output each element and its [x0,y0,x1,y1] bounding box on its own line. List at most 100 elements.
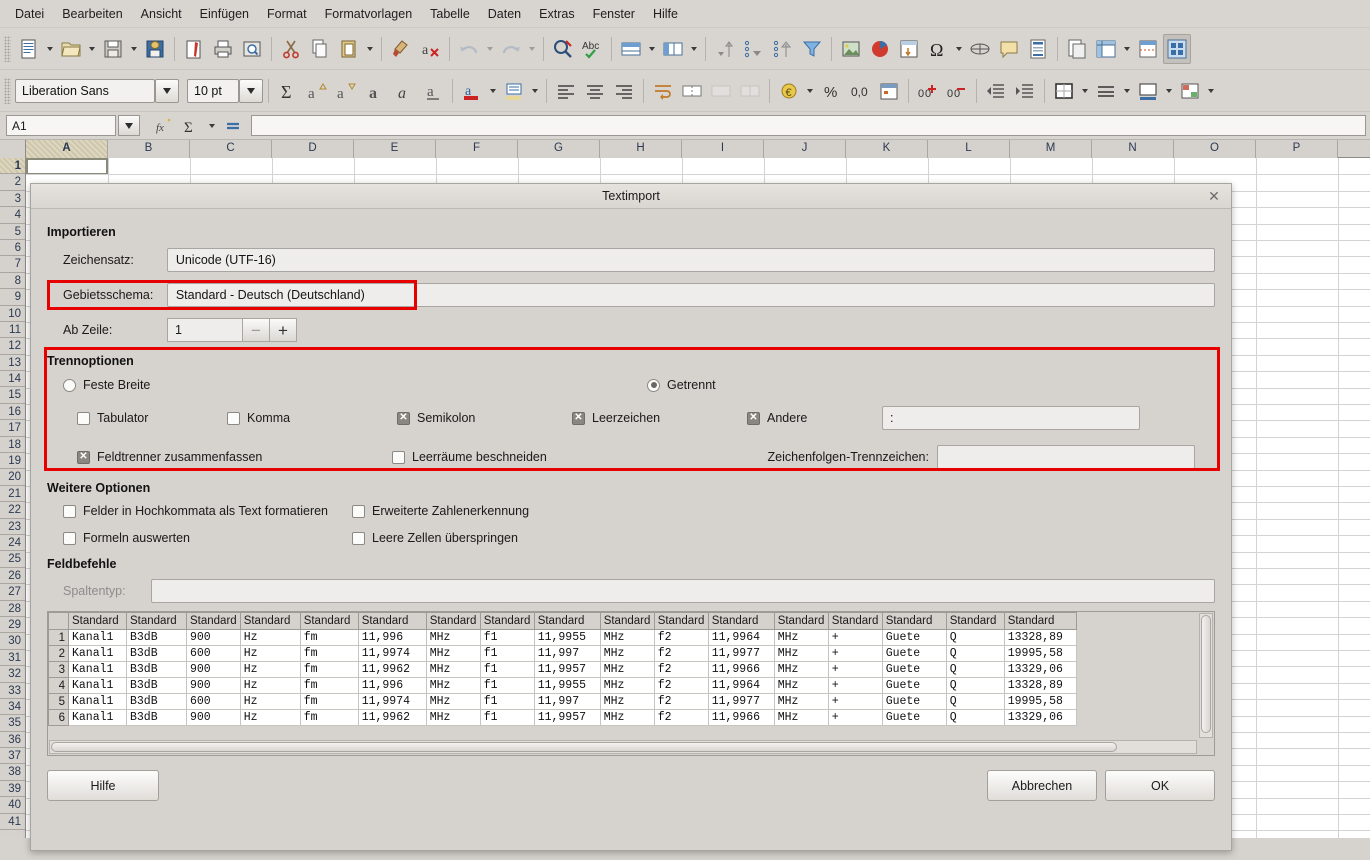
row-header-26[interactable]: 26 [0,568,25,584]
row-header-39[interactable]: 39 [0,781,25,797]
column-header-g[interactable]: G [518,140,600,158]
borders-dropdown-icon[interactable] [1079,76,1091,106]
sidebar-settings-icon[interactable] [1163,34,1191,64]
row-header-35[interactable]: 35 [0,715,25,731]
menu-item-fenster[interactable]: Fenster [584,3,644,25]
row-header-40[interactable]: 40 [0,797,25,813]
underline-icon[interactable]: a [419,76,447,106]
active-cell-a1[interactable] [26,158,108,175]
preview-column-header-9[interactable]: Standard [534,613,600,630]
split-window-icon[interactable] [1134,34,1162,64]
preview-column-header-4[interactable]: Standard [240,613,300,630]
merge-center-icon[interactable] [707,76,735,106]
edit-file-icon[interactable] [180,34,208,64]
from-row-value[interactable]: 1 [167,318,243,342]
row-header-3[interactable]: 3 [0,191,25,207]
checkbox-quoted-as-text[interactable]: Felder in Hochkommata als Text formatier… [47,504,352,518]
paste-dropdown-icon[interactable] [364,34,376,64]
menu-item-daten[interactable]: Daten [479,3,530,25]
row-header-2[interactable]: 2 [0,174,25,190]
open-document-icon[interactable] [57,34,85,64]
borders-icon[interactable] [1050,76,1078,106]
special-character-dropdown-icon[interactable] [953,34,965,64]
string-delimiter-combobox[interactable] [937,445,1195,469]
preview-column-header-17[interactable]: Standard [1004,613,1076,630]
row-header-5[interactable]: 5 [0,224,25,240]
row-header-10[interactable]: 10 [0,306,25,322]
save-dropdown-icon[interactable] [128,34,140,64]
border-style-dropdown-icon[interactable] [1121,76,1133,106]
other-separator-input[interactable]: : [882,406,1140,430]
preview-column-header-11[interactable]: Standard [654,613,708,630]
row-header-25[interactable]: 25 [0,551,25,567]
decrease-font-size-icon[interactable]: a [332,76,360,106]
delete-decimal-place-icon[interactable]: 00 [943,76,971,106]
decrease-indent-icon[interactable] [982,76,1010,106]
column-type-combobox[interactable] [151,579,1215,603]
preview-column-header-1[interactable]: Standard [69,613,127,630]
border-style-icon[interactable] [1092,76,1120,106]
preview-horizontal-scrollbar[interactable] [49,740,1197,754]
menu-item-format[interactable]: Format [258,3,316,25]
checkbox-komma[interactable]: Komma [227,411,397,425]
column-header-f[interactable]: F [436,140,518,158]
column-header-c[interactable]: C [190,140,272,158]
sort-icon[interactable] [711,34,739,64]
checkbox-semikolon[interactable]: ✕ Semikolon [397,411,572,425]
align-center-icon[interactable] [581,76,609,106]
formula-equals-icon[interactable] [221,114,245,138]
insert-textbox-icon[interactable] [895,34,923,64]
font-name-dropdown-icon[interactable] [155,79,179,103]
merge-cells-icon[interactable] [678,76,706,106]
row-header-8[interactable]: 8 [0,273,25,289]
import-preview[interactable]: StandardStandardStandardStandardStandard… [47,611,1215,756]
autofilter-icon[interactable] [798,34,826,64]
sum-formula-dropdown-icon[interactable] [206,111,218,141]
checkbox-detect-special-numbers[interactable]: Erweiterte Zahlenerkennung [352,504,529,518]
menu-item-ansicht[interactable]: Ansicht [132,3,191,25]
row-header-7[interactable]: 7 [0,256,25,272]
from-row-decrement-button[interactable]: − [242,318,270,342]
checkbox-andere[interactable]: ✕ Andere [747,411,882,425]
preview-column-header-3[interactable]: Standard [187,613,241,630]
preview-column-header-5[interactable]: Standard [300,613,358,630]
increase-indent-icon[interactable] [1011,76,1039,106]
clear-formatting-icon[interactable]: a [416,34,444,64]
redo-icon[interactable] [497,34,525,64]
row-header-22[interactable]: 22 [0,502,25,518]
insert-image-icon[interactable] [837,34,865,64]
bold-icon[interactable]: a [361,76,389,106]
column-header-o[interactable]: O [1174,140,1256,158]
column-dropdown-icon[interactable] [688,34,700,64]
save-icon[interactable] [99,34,127,64]
row-header-4[interactable]: 4 [0,207,25,223]
row-header-34[interactable]: 34 [0,699,25,715]
row-header-41[interactable]: 41 [0,814,25,830]
row-header-29[interactable]: 29 [0,617,25,633]
preview-column-header-15[interactable]: Standard [882,613,946,630]
toolbar-grip[interactable] [4,36,11,62]
column-header-d[interactable]: D [272,140,354,158]
open-document-dropdown-icon[interactable] [86,34,98,64]
print-preview-icon[interactable] [238,34,266,64]
row-header-27[interactable]: 27 [0,584,25,600]
row-header-15[interactable]: 15 [0,387,25,403]
preview-column-header-12[interactable]: Standard [708,613,774,630]
preview-column-header-7[interactable]: Standard [426,613,480,630]
menu-item-bearbeiten[interactable]: Bearbeiten [53,3,131,25]
new-document-dropdown-icon[interactable] [44,34,56,64]
font-size-dropdown-icon[interactable] [239,79,263,103]
checkbox-trim-spaces[interactable]: Leerräume beschneiden [392,450,732,464]
select-all-corner[interactable] [0,140,26,158]
checkbox-leerzeichen[interactable]: ✕ Leerzeichen [572,411,747,425]
menu-item-extras[interactable]: Extras [530,3,583,25]
undo-icon[interactable] [455,34,483,64]
unmerge-cells-icon[interactable] [736,76,764,106]
checkbox-evaluate-formulas[interactable]: Formeln auswerten [47,531,352,545]
row-header-36[interactable]: 36 [0,732,25,748]
find-replace-icon[interactable] [549,34,577,64]
from-row-spinner[interactable]: 1 − + [167,318,297,342]
currency-format-icon[interactable]: € [775,76,803,106]
preview-vertical-scrollbar[interactable] [1199,613,1213,738]
preview-column-header-10[interactable]: Standard [600,613,654,630]
